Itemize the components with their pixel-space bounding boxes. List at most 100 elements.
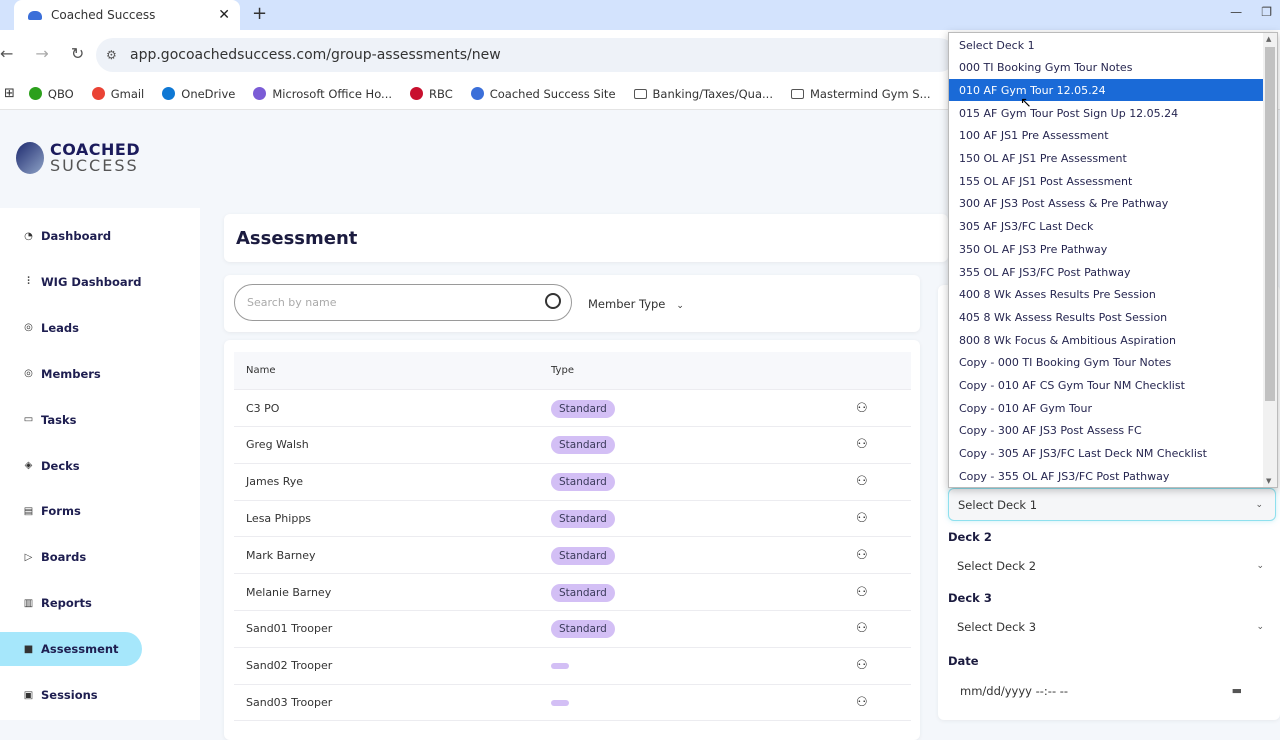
window-controls[interactable]: — ❐ xyxy=(1230,5,1272,19)
deck2-select[interactable]: Select Deck 2 ⌄ xyxy=(948,549,1276,582)
table-row[interactable]: Mark Barney Standard ⚇ xyxy=(234,537,911,575)
bookmark-label: OneDrive xyxy=(181,86,236,101)
forward-icon[interactable]: → xyxy=(35,44,48,63)
bookmark-item[interactable]: RBC xyxy=(410,87,453,101)
address-bar[interactable]: ⚙ app.gocoachedsuccess.com/group-assessme… xyxy=(96,38,956,72)
bookmark-item[interactable]: Gmail xyxy=(91,86,145,101)
dropdown-option[interactable]: 800 8 Wk Focus & Ambitious Aspiration xyxy=(949,329,1263,351)
sidebar-item-wig-dashboard[interactable]: ⫶ WIG Dashboard xyxy=(0,265,142,299)
bookmark-item[interactable]: Microsoft Office Ho... xyxy=(253,87,392,101)
member-type-dropdown[interactable]: Member Type ⌄ xyxy=(588,297,684,311)
add-user-icon[interactable]: ⚇ xyxy=(856,437,868,452)
sidebar-item-boards[interactable]: ▷ Boards xyxy=(0,540,142,574)
sidebar-item-label: Boards xyxy=(41,550,87,565)
back-icon[interactable]: ← xyxy=(0,44,13,63)
sidebar-item-leads[interactable]: ◎ Leads xyxy=(0,311,142,345)
deck1-select[interactable]: Select Deck 1 ⌄ xyxy=(948,488,1276,521)
dropdown-option[interactable]: 300 AF JS3 Post Assess & Pre Pathway xyxy=(949,193,1263,215)
deck3-label: Deck 3 xyxy=(948,591,992,605)
table-row[interactable]: C3 PO Standard ⚇ xyxy=(234,390,911,427)
member-name: C3 PO xyxy=(246,401,280,415)
table-row[interactable]: Sand03 Trooper ⚇ xyxy=(234,684,911,722)
add-user-icon[interactable]: ⚇ xyxy=(856,658,868,673)
browser-tab[interactable]: Coached Success ✕ xyxy=(14,0,240,30)
apps-icon[interactable]: ⊞ xyxy=(4,86,15,101)
sidebar-item-members[interactable]: ◎ Members xyxy=(0,357,142,391)
dropdown-scrollbar[interactable]: ▲ ▼ xyxy=(1263,33,1277,487)
bookmark-item[interactable]: Banking/Taxes/Qua... xyxy=(633,86,773,101)
dropdown-option[interactable]: 405 8 Wk Assess Results Post Session xyxy=(949,306,1263,328)
user-circle-icon: ◎ xyxy=(24,322,33,334)
table-row[interactable]: Sand02 Trooper ⚇ xyxy=(234,648,911,685)
scroll-down-icon[interactable]: ▼ xyxy=(1266,477,1271,485)
bookmark-item[interactable]: Mastermind Gym S... xyxy=(790,86,931,101)
status-badge: Standard xyxy=(551,436,615,455)
close-tab-icon[interactable]: ✕ xyxy=(218,7,230,23)
dropdown-option[interactable]: 350 OL AF JS3 Pre Pathway xyxy=(949,238,1263,260)
dropdown-option[interactable]: 155 OL AF JS1 Post Assessment xyxy=(949,170,1263,192)
date-input[interactable]: mm/dd/yyyy --:-- -- ▬ xyxy=(948,674,1276,707)
type-cell: Standard xyxy=(551,583,615,602)
type-cell xyxy=(551,659,569,672)
dropdown-option[interactable]: 150 OL AF JS1 Pre Assessment xyxy=(949,148,1263,170)
table-row[interactable]: Melanie Barney Standard ⚇ xyxy=(234,574,911,611)
bookmark-item[interactable]: OneDrive xyxy=(162,87,235,101)
bookmark-favicon-icon xyxy=(410,87,424,100)
tab-title: Coached Success xyxy=(51,8,156,22)
calendar-icon[interactable]: ▬ xyxy=(1232,684,1242,697)
dropdown-option[interactable]: Copy - 000 TI Booking Gym Tour Notes xyxy=(949,352,1263,374)
bookmark-label: Mastermind Gym S... xyxy=(809,86,931,101)
bookmark-item[interactable]: QBO xyxy=(28,87,74,101)
add-user-icon[interactable]: ⚇ xyxy=(856,401,868,416)
sidebar-item-tasks[interactable]: ▭ Tasks xyxy=(0,403,142,437)
add-user-icon[interactable]: ⚇ xyxy=(856,548,868,563)
dropdown-option[interactable]: 100 AF JS1 Pre Assessment xyxy=(949,125,1263,147)
dropdown-option[interactable]: 000 TI Booking Gym Tour Notes xyxy=(949,57,1263,79)
table-row[interactable]: James Rye Standard ⚇ xyxy=(234,464,911,501)
add-user-icon[interactable]: ⚇ xyxy=(856,474,868,489)
status-badge xyxy=(551,663,569,670)
site-settings-icon[interactable]: ⚙ xyxy=(106,48,117,62)
deck3-value: Select Deck 3 xyxy=(957,619,1037,634)
dropdown-option[interactable]: Copy - 355 OL AF JS3/FC Post Pathway xyxy=(949,465,1263,487)
search-icon[interactable] xyxy=(545,293,561,309)
dropdown-option[interactable]: Select Deck 1 xyxy=(949,34,1263,56)
dropdown-option[interactable]: 400 8 Wk Asses Results Pre Session xyxy=(949,284,1263,306)
dropdown-option[interactable]: Copy - 300 AF JS3 Post Assess FC xyxy=(949,420,1263,442)
deck1-dropdown-list[interactable]: ▲ ▼ Select Deck 1 000 TI Booking Gym Tour N… xyxy=(948,32,1278,488)
add-user-icon[interactable]: ⚇ xyxy=(856,621,868,636)
sidebar-item-forms[interactable]: ▤ Forms xyxy=(0,494,142,528)
page-title: Assessment xyxy=(236,228,358,249)
bookmark-label: Gmail xyxy=(110,86,145,101)
dropdown-option[interactable]: Copy - 305 AF JS3/FC Last Deck NM Checkl… xyxy=(949,443,1263,465)
scroll-up-icon[interactable]: ▲ xyxy=(1266,35,1271,43)
scrollbar-thumb[interactable] xyxy=(1265,47,1275,401)
bookmark-item[interactable]: Coached Success Site xyxy=(470,87,616,101)
sidebar-item-decks[interactable]: ◈ Decks xyxy=(0,449,142,483)
dropdown-option[interactable]: 010 AF Gym Tour 12.05.24 xyxy=(949,79,1263,102)
sidebar-item-label: Forms xyxy=(41,504,81,519)
sidebar-item-reports[interactable]: ▥ Reports xyxy=(0,586,142,620)
status-badge: Standard xyxy=(551,620,615,639)
dropdown-option[interactable]: Copy - 010 AF Gym Tour xyxy=(949,397,1263,419)
table-row[interactable]: Sand01 Trooper Standard ⚇ xyxy=(234,611,911,648)
add-user-icon[interactable]: ⚇ xyxy=(856,695,868,710)
logo: COACHED SUCCESS xyxy=(16,142,140,174)
search-input[interactable]: Search by name xyxy=(234,284,572,321)
deck3-select[interactable]: Select Deck 3 ⌄ xyxy=(948,610,1276,643)
sidebar-item-dashboard[interactable]: ◔ Dashboard xyxy=(0,219,142,253)
dropdown-option[interactable]: 305 AF JS3/FC Last Deck xyxy=(949,216,1263,238)
table-row[interactable]: Lesa Phipps Standard ⚇ xyxy=(234,500,911,538)
sidebar-item-assessment[interactable]: ■ Assessment xyxy=(0,632,142,667)
bookmark-label: Banking/Taxes/Qua... xyxy=(652,86,773,101)
deck2-label: Deck 2 xyxy=(948,530,992,544)
sidebar-item-sessions[interactable]: ▣ Sessions xyxy=(0,678,142,712)
dropdown-option[interactable]: 355 OL AF JS3/FC Post Pathway xyxy=(949,261,1263,283)
table-row[interactable]: Greg Walsh Standard ⚇ xyxy=(234,427,911,464)
add-user-icon[interactable]: ⚇ xyxy=(856,511,868,526)
reload-icon[interactable]: ↻ xyxy=(71,44,84,63)
dropdown-option[interactable]: 015 AF Gym Tour Post Sign Up 12.05.24 xyxy=(949,102,1263,124)
new-tab-button[interactable]: + xyxy=(252,3,267,24)
dropdown-option[interactable]: Copy - 010 AF CS Gym Tour NM Checklist xyxy=(949,375,1263,397)
add-user-icon[interactable]: ⚇ xyxy=(856,585,868,600)
